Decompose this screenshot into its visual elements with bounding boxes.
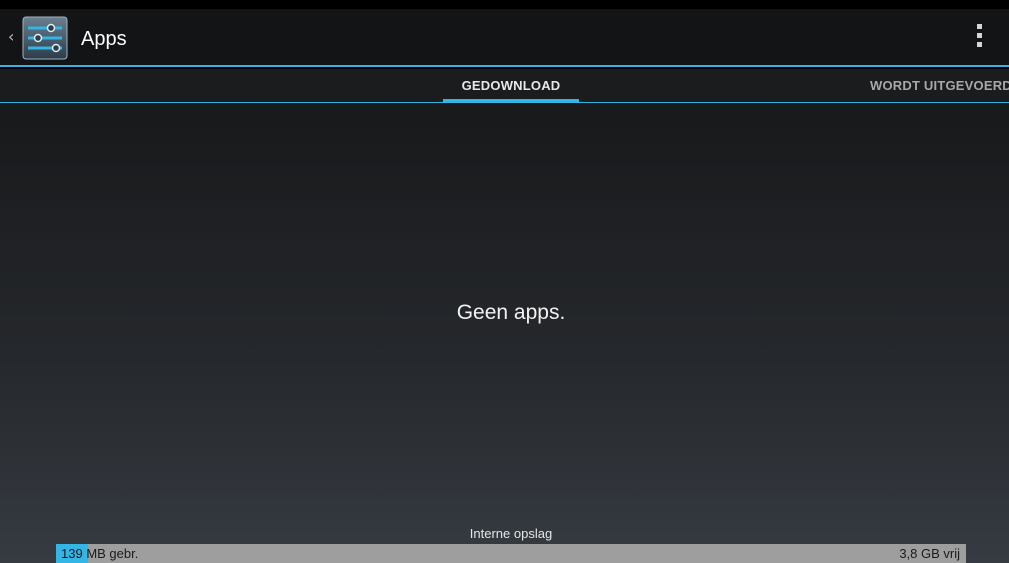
storage-used-unit: MB gebr. — [82, 546, 139, 561]
tab-running[interactable]: WORDT UITGEVOERD — [870, 69, 1009, 102]
storage-bar: 139 MB gebr. 3,8 GB vrij — [56, 544, 966, 563]
storage-used-value: 139 — [61, 546, 83, 561]
settings-sliders-icon[interactable] — [21, 15, 69, 61]
overflow-menu-icon[interactable] — [969, 23, 991, 53]
action-bar: ‹ Apps — [0, 9, 1009, 67]
chevron-left-icon[interactable]: ‹ — [8, 29, 14, 45]
empty-list-message: Geen apps. — [456, 301, 566, 324]
tab-strip: GEDOWNLOAD WORDT UITGEVOERD — [0, 69, 1009, 103]
storage-free-text: 3,8 GB vrij — [899, 546, 960, 561]
storage-used-text: 139 MB gebr. — [61, 546, 138, 562]
tab-downloaded[interactable]: GEDOWNLOAD — [443, 69, 579, 102]
apps-screen: ‹ Apps GEDOWNLOAD WORDT UITGEVOERD Geen … — [0, 0, 1009, 563]
page-title: Apps — [81, 28, 127, 50]
app-list-area: Geen apps. Interne opslag 139 MB gebr. 3… — [0, 103, 1009, 563]
storage-label: Interne opslag — [469, 526, 553, 541]
